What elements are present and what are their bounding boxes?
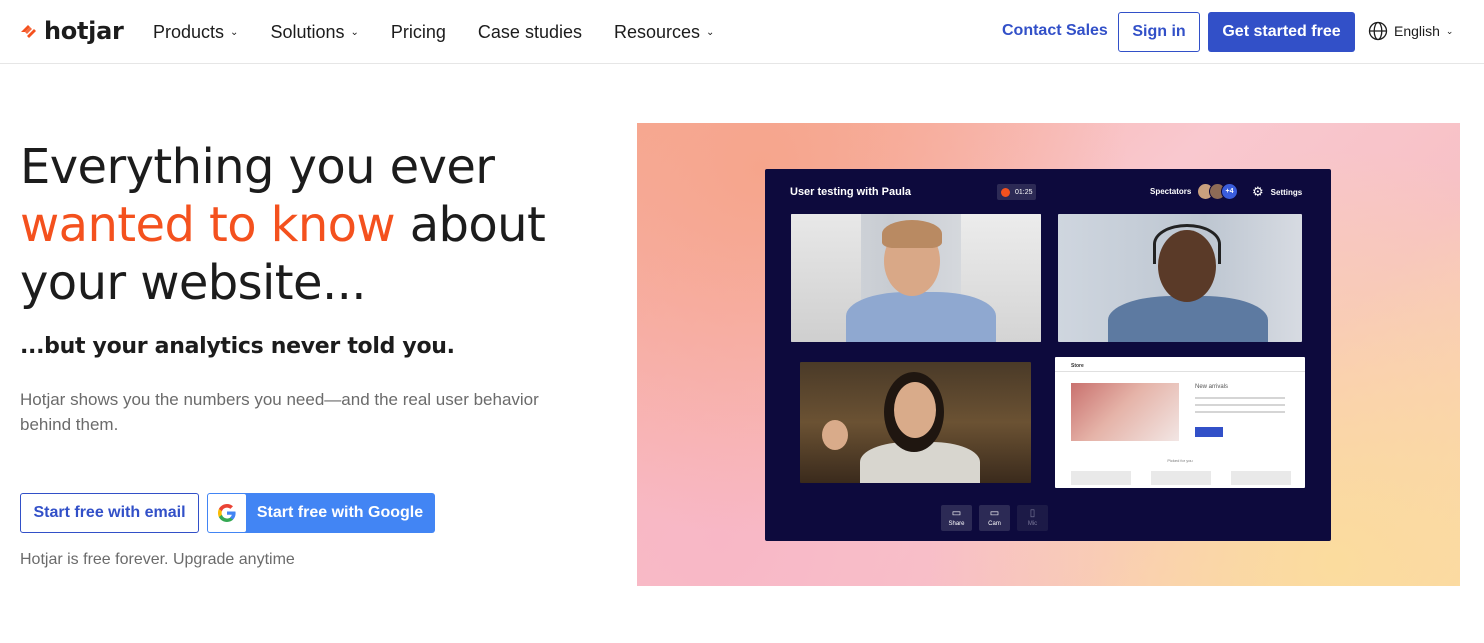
nav-item-label: Pricing [390, 21, 446, 42]
text-line [1195, 411, 1285, 413]
product-image [1071, 383, 1179, 441]
gear-icon: ⚙ [1252, 184, 1264, 199]
free-forever-note: Hotjar is free forever. Upgrade anytime [20, 551, 295, 568]
text-line [1195, 397, 1285, 399]
language-selector[interactable]: English ⌄ [1368, 21, 1453, 41]
headline-line-3: your website... [20, 255, 367, 311]
mic-control: ▯ Mic [1017, 505, 1048, 531]
hotjar-logo[interactable]: hotjar [19, 17, 124, 45]
spectators-label: Spectators [1150, 187, 1192, 196]
language-label: English [1394, 23, 1440, 39]
headline-line-2-rest: about [395, 197, 546, 253]
nav-item-pricing[interactable]: Pricing [391, 22, 446, 43]
start-free-email-button[interactable]: Start free with email [20, 493, 199, 533]
nav-item-products[interactable]: Products ⌄ [153, 22, 238, 43]
person-face [894, 382, 936, 438]
nav-item-label: Solutions [270, 21, 345, 42]
sign-in-button[interactable]: Sign in [1118, 12, 1200, 52]
video-tile-participant-3 [800, 362, 1031, 483]
headline-line-1: Everything you ever [20, 139, 495, 195]
new-arrivals-label: New arrivals [1195, 384, 1229, 390]
store-label: Store [1071, 363, 1084, 369]
settings-control: ⚙ Settings [1252, 184, 1302, 200]
store-header-divider [1055, 371, 1305, 372]
nav-item-case-studies[interactable]: Case studies [478, 22, 582, 43]
record-dot-icon [1001, 187, 1010, 197]
store-page-preview: Store New arrivals Picked for you [1055, 357, 1305, 488]
spectator-avatars: +4 [1197, 183, 1238, 200]
contact-sales-link[interactable]: Contact Sales [1002, 22, 1108, 40]
hero-description: Hotjar shows you the numbers you need—an… [20, 390, 539, 434]
hero-headline: Everything you ever wanted to know about… [20, 138, 620, 312]
chevron-down-icon: ⌄ [230, 26, 239, 38]
video-tile-participant-1 [791, 214, 1041, 342]
product-thumb [1071, 471, 1131, 485]
person-hair [882, 220, 942, 248]
person-shirt [1108, 296, 1268, 342]
nav-item-solutions[interactable]: Solutions ⌄ [270, 22, 358, 43]
share-control: ▭ Share [941, 505, 972, 531]
logo-text: hotjar [44, 17, 124, 45]
chevron-down-icon: ⌄ [350, 26, 359, 38]
user-testing-window: User testing with Paula 01:25 Spectators… [765, 169, 1331, 541]
get-started-free-button[interactable]: Get started free [1208, 12, 1355, 52]
nav-links: Products ⌄ Solutions ⌄ Pricing Case stud… [153, 20, 746, 44]
avatar-more-count: +4 [1221, 183, 1238, 200]
headset-icon [1153, 224, 1221, 264]
person-shirt [846, 292, 996, 342]
google-button-label: Start free with Google [256, 504, 424, 521]
hero-illustration: User testing with Paula 01:25 Spectators… [637, 123, 1460, 586]
google-logo-icon [208, 494, 246, 532]
start-free-google-button[interactable]: Start free with Google [207, 493, 435, 533]
hotjar-logo-icon [21, 25, 36, 38]
waving-hand [822, 420, 848, 450]
nav-item-resources[interactable]: Resources ⌄ [614, 22, 714, 43]
nav-item-label: Case studies [477, 21, 582, 42]
chevron-down-icon: ⌄ [706, 26, 715, 38]
top-navigation: hotjar Products ⌄ Solutions ⌄ Pricing Ca… [0, 0, 1484, 64]
camera-icon: ▭ [989, 508, 1000, 519]
recording-timer: 01:25 [997, 184, 1036, 200]
globe-icon [1368, 21, 1388, 41]
control-label: Share [948, 521, 965, 527]
control-label: Cam [988, 521, 1001, 527]
product-thumb [1151, 471, 1211, 485]
shop-now-button [1195, 427, 1223, 437]
video-tile-participant-2 [1058, 214, 1302, 342]
nav-item-label: Resources [613, 21, 701, 42]
settings-label: Settings [1270, 187, 1303, 197]
headline-accent: wanted to know [20, 197, 396, 253]
monitor-icon: ▭ [951, 508, 962, 519]
cam-control: ▭ Cam [979, 505, 1010, 531]
session-title: User testing with Paula [790, 186, 912, 198]
text-line [1195, 404, 1285, 406]
product-thumb [1231, 471, 1291, 485]
control-label: Mic [1027, 521, 1038, 527]
picked-for-you-label: Picked for you [1167, 458, 1193, 463]
hero-subhead: ...but your analytics never told you. [20, 334, 455, 359]
chevron-down-icon: ⌄ [1445, 25, 1454, 36]
mic-icon: ▯ [1029, 508, 1036, 519]
timer-value: 01:25 [1015, 188, 1033, 196]
nav-item-label: Products [153, 21, 225, 42]
